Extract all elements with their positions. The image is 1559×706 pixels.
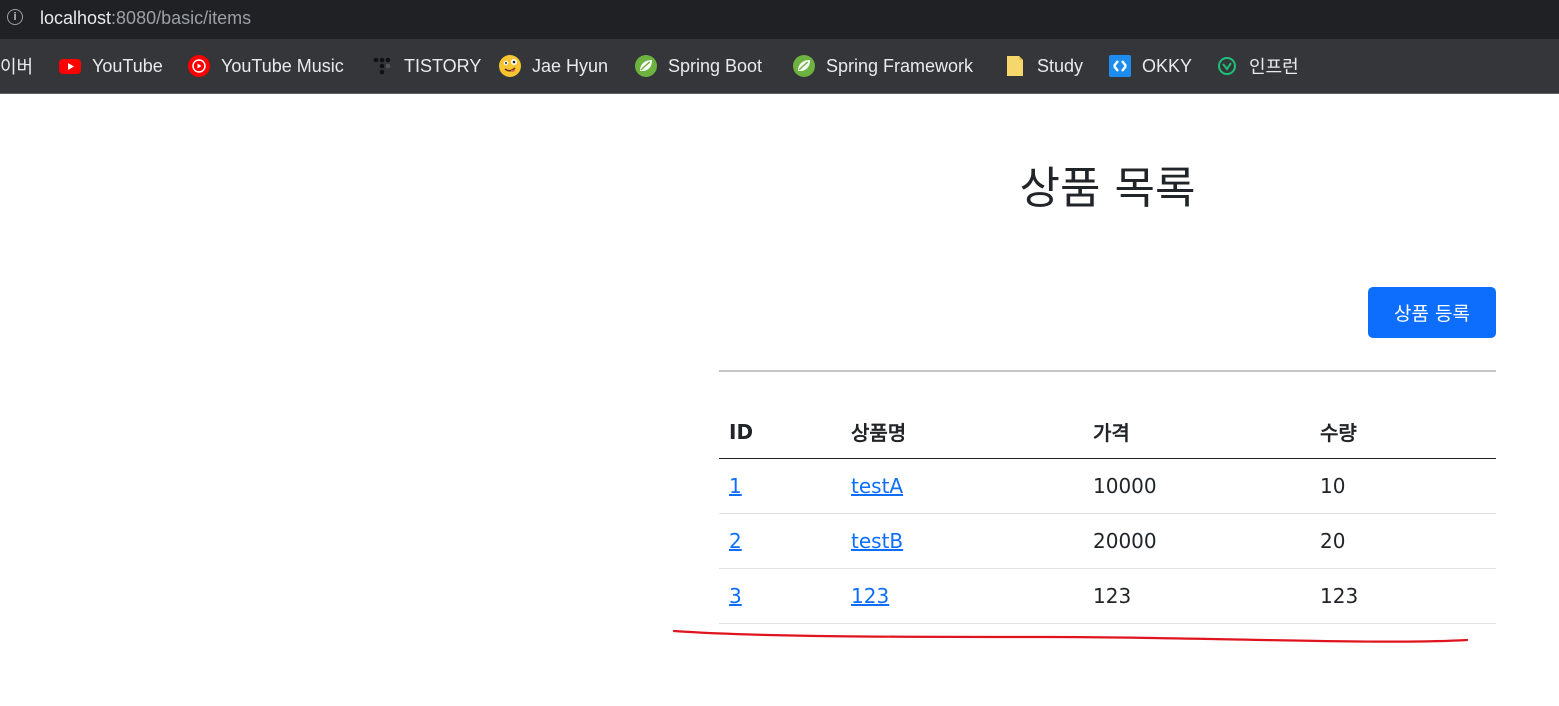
bookmark-okky[interactable]: OKKY: [1108, 39, 1192, 93]
header-quantity: 수량: [1310, 405, 1496, 459]
inflearn-icon: [1218, 57, 1236, 75]
bookmark-inflearn[interactable]: 인프런: [1215, 39, 1299, 93]
cell-price: 20000: [1083, 513, 1310, 569]
info-icon[interactable]: i: [7, 9, 23, 25]
address-bar[interactable]: i localhost:8080/basic/items: [0, 0, 1559, 39]
cell-id: 3: [719, 568, 841, 624]
item-id-link[interactable]: 3: [729, 584, 742, 608]
item-id-link[interactable]: 1: [729, 474, 742, 498]
table-row: 2 testB 20000 20: [719, 513, 1496, 569]
cell-id: 1: [719, 458, 841, 514]
bookmark-tistory[interactable]: TISTORY: [370, 39, 481, 93]
table-header-row: ID 상품명 가격 수량: [719, 405, 1496, 459]
bookmark-label: Spring Boot: [668, 55, 763, 76]
bookmark-label: OKKY: [1142, 55, 1193, 76]
item-name-link[interactable]: 123: [851, 584, 889, 608]
cell-quantity: 20: [1310, 513, 1496, 569]
bookmark-label: 이버: [0, 57, 34, 77]
bookmark-naver[interactable]: 이버: [0, 39, 33, 93]
bookmark-label: 인프런: [1249, 57, 1299, 77]
bookmark-youtube[interactable]: YouTube: [58, 39, 163, 93]
youtube-music-icon: [188, 55, 210, 77]
item-name-link[interactable]: testB: [851, 529, 903, 553]
cell-price: 123: [1083, 568, 1310, 624]
bookmark-jae-hyun[interactable]: Jae Hyun: [498, 39, 608, 93]
table-row: 1 testA 10000 10: [719, 458, 1496, 514]
url-field[interactable]: localhost:8080/basic/items: [40, 8, 251, 29]
bookmark-label: Study: [1037, 55, 1084, 76]
cell-name: testB: [841, 513, 1083, 569]
page-title: 상품 목록: [1019, 163, 1196, 214]
url-host: localhost: [40, 8, 112, 28]
cell-quantity: 10: [1310, 458, 1496, 514]
url-path: :8080/basic/items: [111, 8, 252, 28]
bookmark-label: Jae Hyun: [532, 55, 609, 76]
table-row: 3 123 123 123: [719, 568, 1496, 624]
cell-name: 123: [841, 568, 1083, 624]
cell-name: testA: [841, 458, 1083, 514]
tistory-icon: [373, 57, 391, 75]
bookmarks-bar: 이버 YouTube YouTube Music TISTORY Jae Hyu…: [0, 39, 1559, 94]
item-id-link[interactable]: 2: [729, 529, 742, 553]
cell-id: 2: [719, 513, 841, 569]
bookmark-label: TISTORY: [404, 55, 482, 76]
annotation-stroke: [672, 629, 1469, 643]
bookmark-spring-boot[interactable]: Spring Boot: [634, 39, 762, 93]
header-id: ID: [719, 405, 841, 459]
cell-quantity: 123: [1310, 568, 1496, 624]
spring-leaf-icon: [793, 55, 815, 77]
divider: [719, 370, 1496, 372]
okky-icon: [1109, 55, 1131, 77]
bookmark-label: YouTube: [92, 55, 163, 76]
bookmark-label: YouTube Music: [221, 55, 344, 76]
items-table: ID 상품명 가격 수량 1 testA 10000 10 2 testB 20…: [719, 405, 1496, 624]
emoji-face-icon: [499, 55, 521, 77]
header-price: 가격: [1083, 405, 1310, 459]
add-item-button[interactable]: 상품 등록: [1368, 287, 1496, 338]
bookmark-study[interactable]: Study: [1003, 39, 1083, 93]
bookmark-spring-framework[interactable]: Spring Framework: [792, 39, 973, 93]
bookmark-label: Spring Framework: [826, 55, 974, 76]
cell-price: 10000: [1083, 458, 1310, 514]
item-name-link[interactable]: testA: [851, 474, 903, 498]
bookmark-youtube-music[interactable]: YouTube Music: [187, 39, 344, 93]
spring-leaf-icon: [635, 55, 657, 77]
header-name: 상품명: [841, 405, 1083, 459]
folder-icon: [1007, 56, 1023, 76]
youtube-icon: [59, 59, 81, 74]
